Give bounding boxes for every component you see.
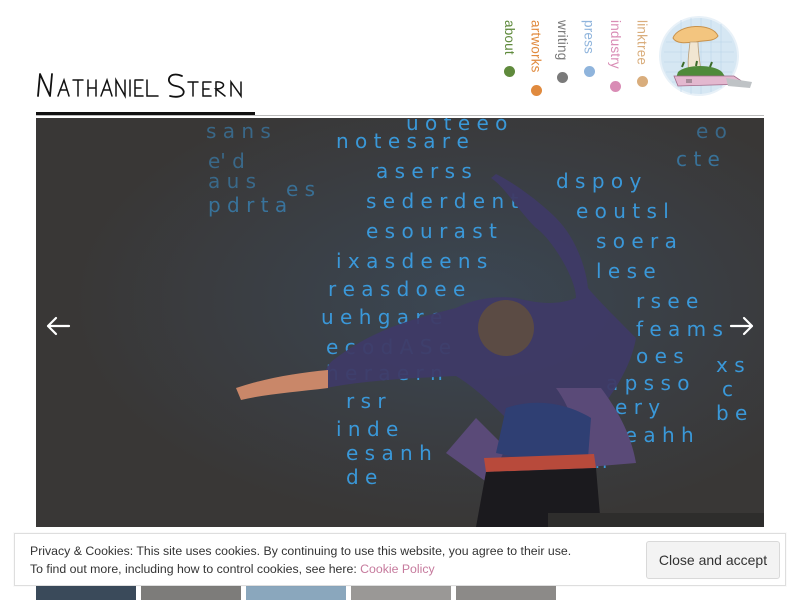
cookie-policy-link[interactable]: Cookie Policy <box>360 562 435 576</box>
nav-dot-artworks <box>530 85 542 96</box>
cookie-text-line-2: To find out more, including how to contr… <box>30 560 640 578</box>
svg-text:s o e r a: s o e r a <box>596 229 677 253</box>
slideshow-next-button[interactable] <box>728 314 756 338</box>
mushroom-icon <box>659 16 752 96</box>
svg-text:r e a s d o e e: r e a s d o e e <box>328 277 465 301</box>
svg-text:e s a n h: e s a n h <box>346 441 432 465</box>
nav-label-industry[interactable]: industry <box>607 20 623 69</box>
svg-text:x s: x s <box>716 353 745 377</box>
svg-text:d e: d e <box>346 465 377 489</box>
svg-text:e s o u r a s t: e s o u r a s t <box>366 219 497 243</box>
svg-text:b e: b e <box>716 401 747 425</box>
arrow-left-icon <box>46 316 71 336</box>
svg-text:a u s: a u s <box>208 169 256 193</box>
mushroom-badge[interactable] <box>656 12 764 98</box>
svg-text:r s r: r s r <box>346 389 386 413</box>
nav-dot-press <box>583 66 595 77</box>
arrow-right-icon <box>729 316 754 336</box>
site-logo-text: Nathaniel Stern <box>256 66 257 67</box>
nav-label-about[interactable]: about <box>501 20 517 55</box>
cookie-banner: Privacy & Cookies: This site uses cookie… <box>14 533 786 586</box>
cookie-text-line-2-prefix: To find out more, including how to contr… <box>30 562 361 576</box>
svg-text:o e s: o e s <box>636 344 684 368</box>
slideshow[interactable]: s a n s e' d a u s p d r t a e s n o t e… <box>36 118 764 527</box>
nav-item-writing[interactable]: writing <box>549 20 576 100</box>
nav-dot-writing <box>557 72 568 83</box>
nav-label-linktree[interactable]: linktree <box>634 20 650 65</box>
nav-label-writing[interactable]: writing <box>554 20 570 60</box>
svg-text:u o t e e o: u o t e e o <box>406 118 507 135</box>
cookie-text-line-1: Privacy & Cookies: This site uses cookie… <box>30 544 572 558</box>
nav-dot-linktree <box>636 76 648 87</box>
svg-text:r s e e: r s e e <box>636 289 698 313</box>
nav-label-artworks[interactable]: artworks <box>528 20 544 73</box>
svg-text:a s e r s s: a s e r s s <box>376 159 472 183</box>
svg-text:e o: e o <box>696 119 727 143</box>
nav-item-press[interactable]: press <box>576 20 603 100</box>
nav-dot-industry <box>610 81 621 92</box>
site-logo[interactable]: Nathaniel Stern <box>36 66 256 106</box>
svg-text:i n d e: i n d e <box>336 417 398 441</box>
svg-text:f e a m s: f e a m s <box>636 317 723 341</box>
artwork-photo-image: s a n s e' d a u s p d r t a e s n o t e… <box>36 118 764 527</box>
nav-label-press[interactable]: press <box>581 20 597 54</box>
svg-text:p d r t a: p d r t a <box>208 193 287 217</box>
nav-item-industry[interactable]: industry <box>602 20 629 100</box>
svg-text:c t e: c t e <box>676 147 720 171</box>
nav-item-artworks[interactable]: artworks <box>523 20 550 100</box>
svg-text:c: c <box>722 377 733 401</box>
svg-text:e s: e s <box>286 177 315 201</box>
nav-item-linktree[interactable]: linktree <box>629 20 656 100</box>
svg-text:i x a s d e e n s: i x a s d e e n s <box>336 249 487 273</box>
main-nav: about artworks writing press industry li… <box>496 20 655 100</box>
svg-text:s e d e r d e n t: s e d e r d e n t <box>366 189 518 213</box>
cookie-message: Privacy & Cookies: This site uses cookie… <box>30 542 640 578</box>
svg-text:d s p o y: d s p o y <box>556 169 641 193</box>
svg-text:s a n s: s a n s <box>206 119 271 143</box>
svg-text:e o u t s l: e o u t s l <box>576 199 669 223</box>
nav-dot-about <box>504 66 515 77</box>
signature-logo-image <box>37 73 242 99</box>
svg-text:l e s e: l e s e <box>596 259 656 283</box>
close-and-accept-button[interactable]: Close and accept <box>646 541 780 579</box>
nav-item-about[interactable]: about <box>496 20 523 100</box>
slideshow-prev-button[interactable] <box>44 314 72 338</box>
header-divider <box>36 115 764 116</box>
